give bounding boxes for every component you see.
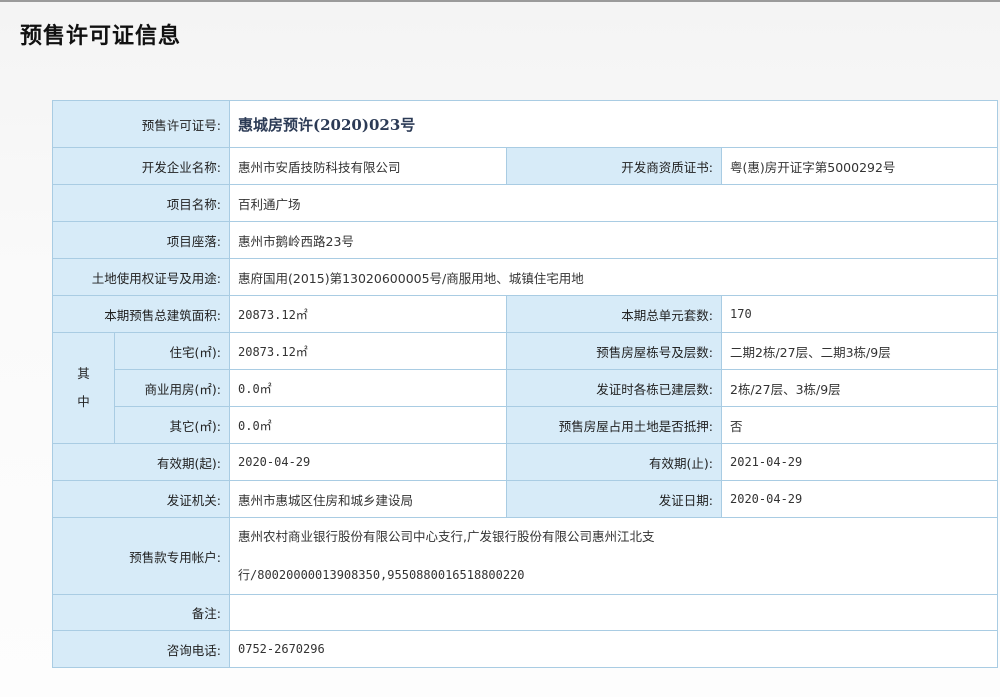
valid-to-label: 有效期(止): [506, 443, 722, 481]
presale-permit-table: 预售许可证号: 惠城房预许(2020)023号 开发企业名称: 惠州市安盾技防科… [52, 100, 999, 668]
issuer-value: 惠州市惠城区住房和城乡建设局 [229, 480, 507, 518]
remarks-label: 备注: [52, 594, 230, 631]
row-developer: 开发企业名称: 惠州市安盾技防科技有限公司 开发商资质证书: 粤(惠)房开证字第… [52, 147, 999, 185]
developer-value: 惠州市安盾技防科技有限公司 [229, 147, 507, 185]
row-phone: 咨询电话: 0752-2670296 [52, 630, 999, 668]
buildings-floors-label: 预售房屋栋号及层数: [506, 332, 722, 370]
valid-from-label: 有效期(起): [52, 443, 230, 481]
row-total-area: 本期预售总建筑面积: 20873.12㎡ 本期总单元套数: 170 [52, 295, 999, 333]
row-validity: 有效期(起): 2020-04-29 有效期(止): 2021-04-29 [52, 443, 999, 481]
built-floors-label: 发证时各栋已建层数: [506, 369, 722, 407]
top-border [0, 0, 1000, 2]
row-residential: 其 中 住宅(㎡): 20873.12㎡ 预售房屋栋号及层数: 二期2栋/27层… [52, 332, 999, 444]
side-label-char-2: 中 [77, 394, 90, 409]
land-use-label: 土地使用权证号及用途: [52, 258, 230, 296]
total-area-label: 本期预售总建筑面积: [52, 295, 230, 333]
row-permit: 预售许可证号: 惠城房预许(2020)023号 [52, 100, 999, 148]
project-location-label: 项目座落: [52, 221, 230, 259]
total-units-label: 本期总单元套数: [506, 295, 722, 333]
permit-label: 预售许可证号: [52, 100, 230, 148]
residential-value: 20873.12㎡ [229, 332, 507, 370]
developer-label: 开发企业名称: [52, 147, 230, 185]
account-label: 预售款专用帐户: [52, 517, 230, 595]
of-which-side-label: 其 中 [52, 332, 115, 444]
commercial-label: 商业用房(㎡): [114, 369, 230, 407]
account-value: 惠州农村商业银行股份有限公司中心支行,广发银行股份有限公司惠州江北支 行/800… [228, 517, 999, 595]
mortgage-label: 预售房屋占用土地是否抵押: [506, 406, 722, 444]
qualification-value: 粤(惠)房开证字第5000292号 [720, 147, 999, 185]
account-line-1: 惠州农村商业银行股份有限公司中心支行,广发银行股份有限公司惠州江北支 [238, 529, 655, 544]
project-location-value: 惠州市鹅岭西路23号 [228, 221, 999, 259]
buildings-floors-value: 二期2栋/27层、二期3栋/9层 [720, 332, 999, 370]
valid-from-value: 2020-04-29 [229, 443, 507, 481]
qualification-label: 开发商资质证书: [506, 147, 722, 185]
total-area-value: 20873.12㎡ [229, 295, 507, 333]
row-other: 其它(㎡): 0.0㎡ 预售房屋占用土地是否抵押: 否 [53, 406, 999, 444]
account-line-2: 行/80020000013908350,9550880016518800220 [238, 568, 525, 582]
commercial-value: 0.0㎡ [229, 369, 507, 407]
row-remarks: 备注: [52, 594, 999, 631]
total-units-value: 170 [720, 295, 999, 333]
phone-label: 咨询电话: [52, 630, 230, 668]
built-floors-value: 2栋/27层、3栋/9层 [720, 369, 999, 407]
project-name-label: 项目名称: [52, 184, 230, 222]
row-account: 预售款专用帐户: 惠州农村商业银行股份有限公司中心支行,广发银行股份有限公司惠州… [52, 517, 999, 595]
issue-date-value: 2020-04-29 [720, 480, 999, 518]
other-label: 其它(㎡): [114, 406, 230, 444]
land-use-value: 惠府国用(2015)第13020600005号/商服用地、城镇住宅用地 [228, 258, 999, 296]
mortgage-value: 否 [720, 406, 999, 444]
project-name-value: 百利通广场 [228, 184, 999, 222]
side-label-char-1: 其 [77, 366, 90, 381]
issuer-label: 发证机关: [52, 480, 230, 518]
residential-label: 住宅(㎡): [114, 332, 230, 370]
phone-value: 0752-2670296 [228, 630, 999, 668]
row-project-location: 项目座落: 惠州市鹅岭西路23号 [52, 221, 999, 259]
valid-to-value: 2021-04-29 [720, 443, 999, 481]
row-issuer: 发证机关: 惠州市惠城区住房和城乡建设局 发证日期: 2020-04-29 [52, 480, 999, 518]
other-value: 0.0㎡ [229, 406, 507, 444]
permit-value: 惠城房预许(2020)023号 [228, 100, 999, 148]
row-project-name: 项目名称: 百利通广场 [52, 184, 999, 222]
row-land-use: 土地使用权证号及用途: 惠府国用(2015)第13020600005号/商服用地… [52, 258, 999, 296]
page-title: 预售许可证信息 [20, 23, 182, 49]
remarks-value [228, 594, 999, 631]
issue-date-label: 发证日期: [506, 480, 722, 518]
row-commercial: 商业用房(㎡): 0.0㎡ 发证时各栋已建层数: 2栋/27层、3栋/9层 [53, 369, 999, 407]
